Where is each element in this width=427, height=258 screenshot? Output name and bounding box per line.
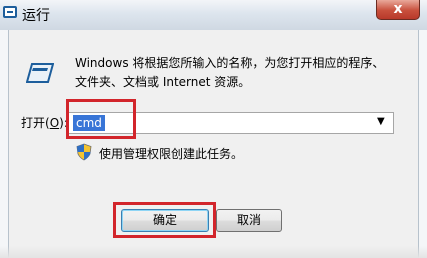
open-label-suffix: ): <box>59 116 68 130</box>
description-line-1: Windows 将根据您所输入的名称，为您打开相应的程序、 <box>75 56 385 70</box>
open-input-value[interactable]: cmd <box>73 115 105 131</box>
run-dialog-window: 运行 x Windows 将根据您所输入的名称，为您打开相应的程序、 文件夹、文… <box>0 0 427 258</box>
open-combobox[interactable]: cmd ▼ <box>68 112 394 134</box>
bottom-fade <box>0 246 427 258</box>
window-title: 运行 <box>22 8 50 24</box>
uac-shield-icon <box>76 143 92 161</box>
open-label-accelerator: O <box>49 116 60 130</box>
dialog-description: Windows 将根据您所输入的名称，为您打开相应的程序、 文件夹、文档或 In… <box>75 54 405 92</box>
description-line-2: 文件夹、文档或 Internet 资源。 <box>75 75 251 89</box>
dropdown-arrow-icon[interactable]: ▼ <box>377 116 385 127</box>
close-button[interactable]: x <box>376 0 420 20</box>
cancel-button[interactable]: 取消 <box>216 209 282 232</box>
open-label: 打开(O): <box>21 114 68 131</box>
admin-privileges-note: 使用管理权限创建此任务。 <box>99 147 244 161</box>
run-icon <box>26 63 54 83</box>
title-bar[interactable]: 运行 x <box>0 0 427 30</box>
open-label-prefix: 打开( <box>21 116 50 130</box>
run-dialog-icon <box>3 6 17 18</box>
ok-button[interactable]: 确定 <box>121 209 209 232</box>
